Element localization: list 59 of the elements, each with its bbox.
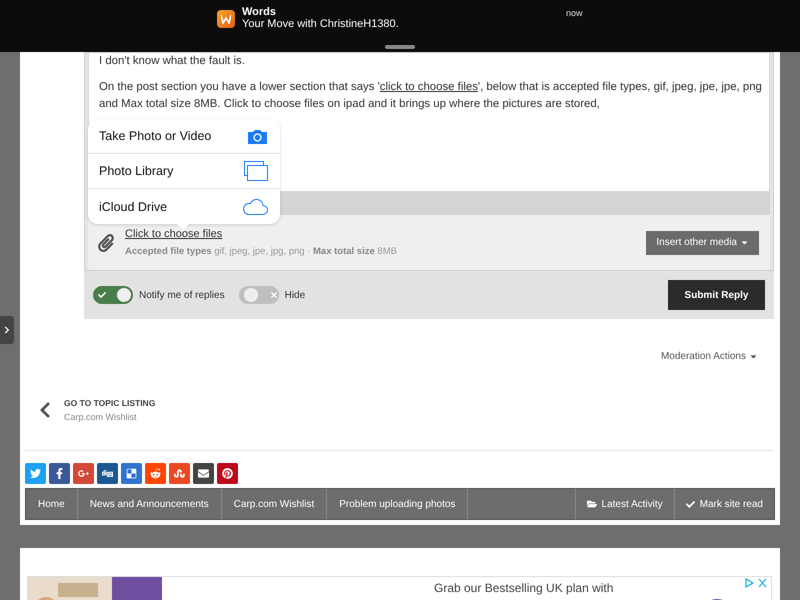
app-icon: [217, 10, 235, 28]
chevron-right-icon: [3, 326, 11, 334]
pinterest-icon: [222, 468, 233, 479]
check-icon: [98, 291, 106, 299]
notification-message: Your Move with ChristineH1380.: [242, 18, 399, 30]
breadcrumb-item[interactable]: Carp.com Wishlist: [222, 489, 328, 519]
breadcrumb-item[interactable]: Home: [26, 489, 78, 519]
notification-title: Words: [242, 6, 276, 18]
submit-reply-button[interactable]: Submit Reply: [668, 280, 765, 310]
check-icon: [686, 500, 695, 508]
ad-banner[interactable]: Grab our Bestselling UK plan with: [27, 576, 772, 600]
toggle-label: Notify me of replies: [139, 290, 225, 300]
close-icon[interactable]: [758, 578, 767, 588]
reddit-icon: [150, 468, 161, 479]
stumbleupon-icon: [174, 468, 185, 479]
ad-text: Grab our Bestselling UK plan with: [434, 581, 614, 595]
digg-icon: [102, 468, 113, 479]
breadcrumb-item[interactable]: Problem uploading photos: [327, 489, 468, 519]
topic-listing-heading: GO TO TOPIC LISTING: [64, 398, 156, 408]
share-button[interactable]: [121, 463, 142, 484]
forum-name: Carp.com Wishlist: [64, 412, 138, 422]
folder-icon: [586, 499, 596, 509]
choose-files-link[interactable]: Click to choose files: [125, 228, 222, 240]
envelope-icon: [198, 468, 209, 479]
ad-choices-icon[interactable]: [745, 578, 754, 588]
cloud-icon: [242, 198, 268, 215]
breadcrumb-action[interactable]: Latest Activity: [574, 489, 674, 519]
accepted-files-info: Accepted file types gif, jpeg, jpe, jpg, png · Max total size 8MB: [125, 246, 398, 257]
side-panel-tab[interactable]: [0, 316, 14, 344]
inline-link[interactable]: click to choose files: [380, 81, 478, 93]
share-button[interactable]: [97, 463, 118, 484]
post-paragraph: I don't know what the fault is.: [99, 54, 246, 69]
toggle-label: Hide: [284, 290, 306, 300]
bird-icon: [30, 468, 41, 479]
breadcrumb-action[interactable]: Mark site read: [674, 489, 774, 519]
google-plus-icon: [78, 468, 89, 479]
share-button[interactable]: [193, 463, 214, 484]
facebook-icon: [54, 468, 65, 479]
paperclip-icon: [97, 234, 115, 252]
toggle-switch[interactable]: [93, 286, 133, 304]
post-paragraph: On the post section you have a lower section that says 'click to choose files', below that is accepted file types, gif, jpeg, jpe, jpe, png and Max total size 8MB. Click to choose files on ipad and it brings up where the pictures are stored,: [99, 80, 763, 112]
cross-icon: [270, 292, 277, 298]
delicious-icon: [126, 468, 137, 479]
moderation-actions-button[interactable]: Moderation Actions: [660, 351, 758, 362]
share-button[interactable]: [217, 463, 238, 484]
menu-item[interactable]: Take Photo or Video: [88, 119, 280, 154]
breadcrumb-item[interactable]: News and Announcements: [78, 489, 222, 519]
grabber-handle[interactable]: [385, 45, 415, 49]
menu-item[interactable]: iCloud Drive: [88, 189, 280, 224]
photo-library-icon: [244, 161, 268, 181]
menu-item[interactable]: Photo Library: [88, 154, 280, 189]
topic-listing-link[interactable]: GO TO TOPIC LISTING Carp.com Wishlist: [36, 398, 780, 422]
share-button[interactable]: [73, 463, 94, 484]
toggle-switch[interactable]: [238, 286, 279, 304]
notification-time: now: [566, 8, 583, 18]
camera-icon: [247, 128, 268, 144]
insert-media-button[interactable]: Insert other media: [646, 230, 759, 254]
notification-banner[interactable]: Words Your Move with ChristineH1380. now: [0, 0, 800, 52]
share-button[interactable]: [49, 463, 70, 484]
